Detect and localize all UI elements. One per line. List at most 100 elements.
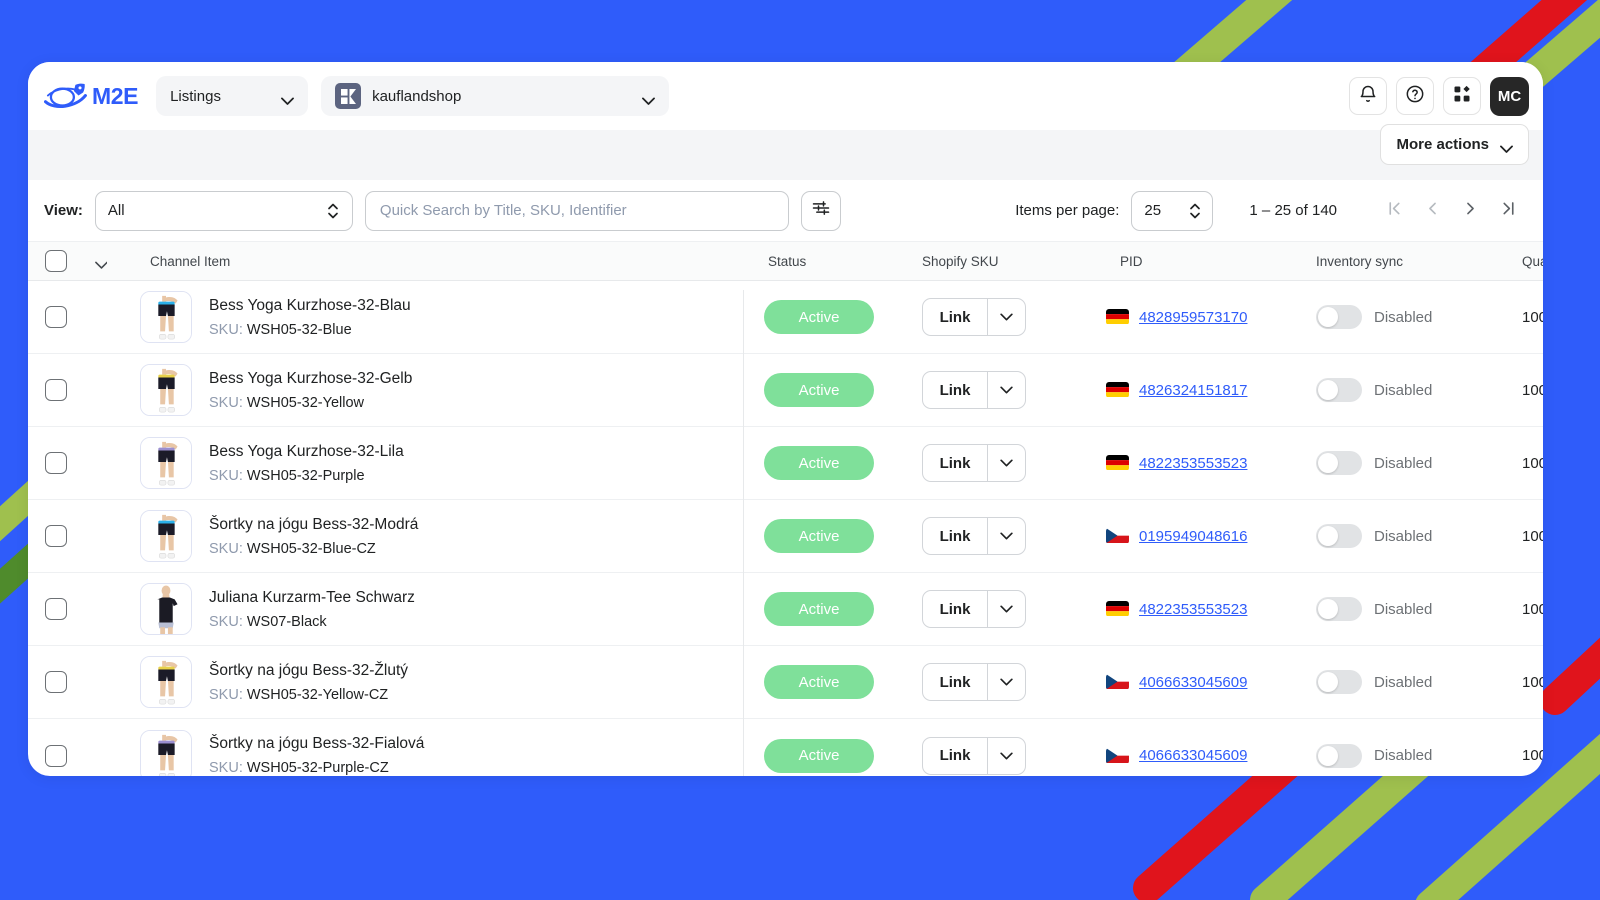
table-row[interactable]: Šortky na jógu Bess-32-Fialová SKU: WSH0… [28,719,1543,776]
inventory-sync-toggle[interactable] [1316,378,1362,402]
table-row[interactable]: Bess Yoga Kurzhose-32-Gelb SKU: WSH05-32… [28,354,1543,427]
status-badge[interactable]: Active [764,738,874,773]
column-header-quantity[interactable]: Quant [1512,254,1543,269]
table-row[interactable]: Bess Yoga Kurzhose-32-Lila SKU: WSH05-32… [28,427,1543,500]
more-actions-button[interactable]: More actions [1380,124,1529,165]
pid-link[interactable]: 4066633045609 [1139,674,1247,691]
row-checkbox[interactable] [45,306,67,328]
status-badge[interactable]: Active [764,446,874,480]
column-header-pid[interactable]: PID [1090,254,1316,269]
table-body: Bess Yoga Kurzhose-32-Blau SKU: WSH05-32… [28,281,1543,776]
apps-button[interactable] [1443,77,1481,115]
table-row[interactable]: Šortky na jógu Bess-32-Žlutý SKU: WSH05-… [28,646,1543,719]
module-select[interactable]: Listings [156,76,309,116]
product-title: Bess Yoga Kurzhose-32-Gelb [209,369,413,387]
pid-link[interactable]: 4828959573170 [1139,309,1247,326]
row-select-cell [28,525,84,547]
chevron-down-icon[interactable] [94,257,108,269]
status-cell: Active [744,300,894,334]
status-badge[interactable]: Active [764,519,874,553]
status-badge[interactable]: Active [764,592,874,626]
row-checkbox[interactable] [45,379,67,401]
user-avatar[interactable]: MC [1490,76,1529,116]
link-split-button[interactable]: Link [922,298,1026,336]
pid-link[interactable]: 4066633045609 [1139,747,1247,764]
link-button[interactable]: Link [923,518,987,554]
channel-item-cell: Juliana Kurzarm-Tee Schwarz SKU: WS07-Bl… [118,583,744,635]
pid-link[interactable]: 0195949048616 [1139,528,1247,545]
inventory-sync-toggle[interactable] [1316,743,1362,768]
shopify-sku-cell: Link [894,444,1090,482]
link-split-button[interactable]: Link [922,517,1026,555]
view-select[interactable]: All [94,190,353,231]
status-badge[interactable]: Active [764,300,874,334]
link-button[interactable]: Link [923,372,987,408]
product-sku: SKU: WSH05-32-Blue [209,321,352,338]
row-checkbox[interactable] [45,671,67,693]
last-page-button[interactable] [1489,194,1527,228]
logo-text: M2E [92,82,139,109]
prev-page-button[interactable] [1413,194,1451,228]
pid-link[interactable]: 4826324151817 [1139,382,1247,399]
search-input[interactable] [379,202,774,219]
status-cell: Active [744,592,894,626]
link-dropdown-button[interactable] [987,518,1025,554]
filter-settings-button[interactable] [800,190,841,231]
view-label: View: [44,202,83,219]
help-button[interactable] [1396,77,1434,115]
pid-link[interactable]: 4822353553523 [1139,455,1247,472]
pid-link[interactable]: 4822353553523 [1139,601,1247,618]
column-header-shopify-sku[interactable]: Shopify SKU [894,254,1090,269]
status-badge[interactable]: Active [764,665,874,699]
status-cell: Active [744,373,894,407]
table-row[interactable]: Juliana Kurzarm-Tee Schwarz SKU: WS07-Bl… [28,573,1543,646]
row-checkbox[interactable] [45,744,67,767]
link-split-button[interactable]: Link [922,444,1026,482]
link-split-button[interactable]: Link [922,736,1026,775]
product-thumbnail [140,656,192,708]
link-button[interactable]: Link [923,591,987,627]
inventory-sync-toggle[interactable] [1316,670,1362,694]
first-page-button[interactable] [1375,194,1413,228]
link-dropdown-button[interactable] [987,445,1025,481]
column-header-inventory-sync[interactable]: Inventory sync [1316,254,1512,269]
channel-item-cell: Šortky na jógu Bess-32-Fialová SKU: WSH0… [118,729,744,776]
status-badge[interactable]: Active [764,373,874,407]
product-thumbnail [140,437,192,489]
kaufland-icon [335,83,362,109]
link-dropdown-button[interactable] [987,372,1025,408]
link-split-button[interactable]: Link [922,371,1026,409]
link-dropdown-button[interactable] [987,591,1025,627]
inventory-sync-toggle[interactable] [1316,597,1362,621]
chevron-down-icon [1000,747,1013,765]
column-header-channel-item[interactable]: Channel Item [118,254,744,269]
link-dropdown-button[interactable] [987,737,1025,774]
column-header-status[interactable]: Status [744,254,894,269]
link-button[interactable]: Link [923,664,987,700]
notifications-button[interactable] [1349,77,1387,115]
link-button[interactable]: Link [923,299,987,335]
link-button[interactable]: Link [923,445,987,481]
shop-select[interactable]: kauflandshop [321,76,670,116]
inventory-sync-toggle[interactable] [1316,305,1362,329]
link-button[interactable]: Link [923,738,987,774]
table-row[interactable]: Bess Yoga Kurzhose-32-Blau SKU: WSH05-32… [28,281,1543,354]
link-dropdown-button[interactable] [987,299,1025,335]
row-checkbox[interactable] [45,452,67,474]
select-all-checkbox[interactable] [45,250,67,272]
row-checkbox[interactable] [45,598,67,620]
inventory-sync-toggle[interactable] [1316,451,1362,475]
link-split-button[interactable]: Link [922,590,1026,628]
inventory-sync-toggle[interactable] [1316,524,1362,548]
quantity-value: 100 [1522,381,1543,399]
items-per-page-select[interactable]: 25 [1131,190,1214,231]
row-checkbox[interactable] [45,525,67,547]
link-split-button[interactable]: Link [922,663,1026,701]
link-dropdown-button[interactable] [987,664,1025,700]
table-row[interactable]: Šortky na jógu Bess-32-Modrá SKU: WSH05-… [28,500,1543,573]
next-page-button[interactable] [1451,194,1489,228]
sku-label: SKU: [209,321,243,338]
quantity-value: 100 [1522,747,1543,764]
search-input-wrapper[interactable] [364,190,789,231]
m2e-planet-rocket-icon [44,81,90,111]
